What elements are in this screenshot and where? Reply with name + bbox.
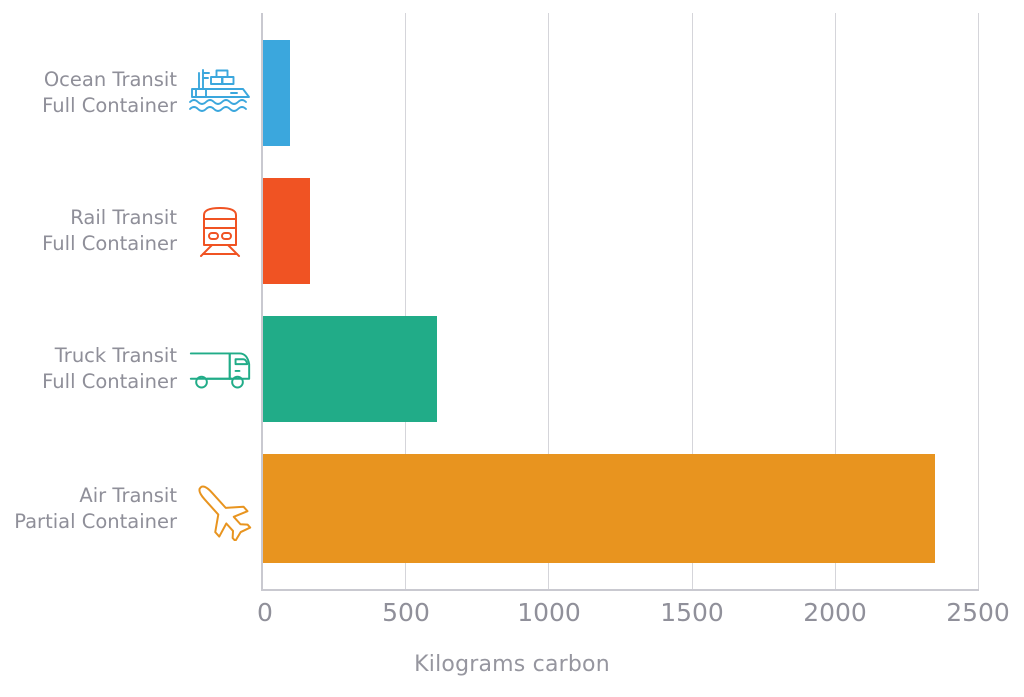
category-label-truck-transit: Truck Transit Full Container: [0, 316, 262, 422]
category-label-rail-transit: Rail Transit Full Container: [0, 178, 262, 284]
bar-chart: Ocean Transit Full Container Rail Transi…: [0, 0, 1024, 697]
x-tick-0: 0: [257, 598, 273, 627]
x-tick-2500: 2500: [946, 598, 1010, 627]
x-tick-1500: 1500: [660, 598, 724, 627]
category-label-air-text: Air Transit Partial Container: [14, 483, 177, 533]
category-label-ocean-text: Ocean Transit Full Container: [42, 68, 177, 117]
category-label-air-transit: Air Transit Partial Container: [0, 454, 262, 563]
bar-truck-transit[interactable]: [262, 316, 437, 422]
airplane-icon: [185, 479, 255, 541]
train-icon: [185, 201, 255, 261]
bar-ocean-transit[interactable]: [262, 40, 291, 146]
category-label-rail-text: Rail Transit Full Container: [42, 206, 177, 255]
x-tick-2000: 2000: [803, 598, 867, 627]
cargo-ship-icon: [185, 63, 255, 123]
category-label-ocean-transit: Ocean Transit Full Container: [0, 40, 262, 146]
category-label-truck-text: Truck Transit Full Container: [42, 344, 177, 393]
bar-rail-transit[interactable]: [262, 178, 310, 284]
x-tick-1000: 1000: [517, 598, 581, 627]
x-axis-title: Kilograms carbon: [414, 652, 610, 677]
truck-icon: [185, 339, 255, 399]
gridline-2500: [978, 13, 979, 590]
x-axis-line: [262, 589, 979, 591]
bar-air-transit[interactable]: [262, 454, 936, 563]
x-tick-500: 500: [382, 598, 430, 627]
plot-area: [262, 13, 979, 590]
